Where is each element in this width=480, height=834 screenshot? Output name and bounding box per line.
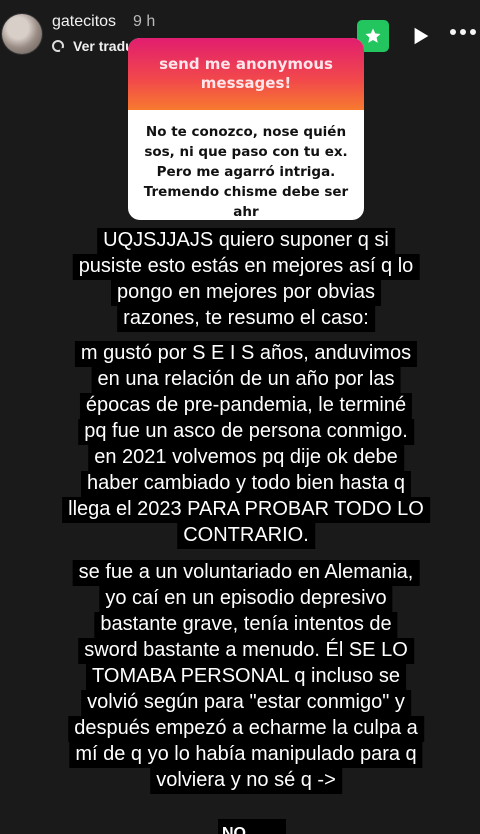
story-text-line: CONTRARIO. xyxy=(177,523,315,549)
more-options-button[interactable] xyxy=(450,29,478,41)
story-text-line: pq fue un asco de persona conmigo. xyxy=(78,419,414,445)
play-icon[interactable] xyxy=(410,25,432,47)
story-text-line: yo caí en un episodio depresivo xyxy=(99,586,393,612)
story-text-line: TOMABA PERSONAL q incluso se xyxy=(86,664,406,690)
post-time: 9 h xyxy=(133,13,156,30)
story-text-line: después empezó a echarme la culpa a xyxy=(68,716,424,742)
question-sticker-header: send me anonymous messages! xyxy=(128,38,364,110)
story-text-line: pusiste esto estás en mejores así q lo xyxy=(72,254,420,280)
star-icon xyxy=(365,28,381,43)
story-text-line: mí de q yo lo había manipulado para q xyxy=(69,742,423,768)
story-text-line: bastante grave, tenía intentos de xyxy=(94,612,398,638)
story-text-line: volvió según para "estar conmigo" y xyxy=(81,690,411,716)
story-text-line: m gustó por S E I S años, anduvimos xyxy=(74,341,418,367)
username[interactable]: gatecitos xyxy=(52,13,116,31)
story-text-line: haber cambiado y todo bien hasta q xyxy=(81,471,411,497)
question-title: send me anonymous messages! xyxy=(159,55,333,92)
story-text-line: en una relación de un año por las xyxy=(91,367,401,393)
translate-icon xyxy=(52,40,65,53)
more-icon xyxy=(450,29,456,35)
cut-off-text: NO xyxy=(218,819,286,834)
story-text-line: pongo en mejores por obvias xyxy=(111,280,381,306)
story-text-line: UQJSJJAJS quiero suponer q si xyxy=(97,228,395,254)
story-text-line: llega el 2023 PARA PROBAR TODO LO xyxy=(62,497,430,523)
story-text-line: razones, te resumo el caso: xyxy=(117,306,375,332)
story-text-line: se fue a un voluntariado en Alemania, xyxy=(72,560,420,586)
story-text-line: volviera y no sé q -> xyxy=(150,768,342,794)
story-text-line: épocas de pre-pandemia, le terminé xyxy=(79,393,413,419)
story-text-line: sword bastante a menudo. Él SE LO xyxy=(78,638,414,664)
question-sticker: send me anonymous messages! No te conozc… xyxy=(128,38,364,220)
story-text-line: en 2021 volvemos pq dije ok debe xyxy=(88,445,404,471)
avatar[interactable] xyxy=(2,14,42,54)
question-answer: No te conozco, nose quién sos, ni que pa… xyxy=(143,124,349,220)
